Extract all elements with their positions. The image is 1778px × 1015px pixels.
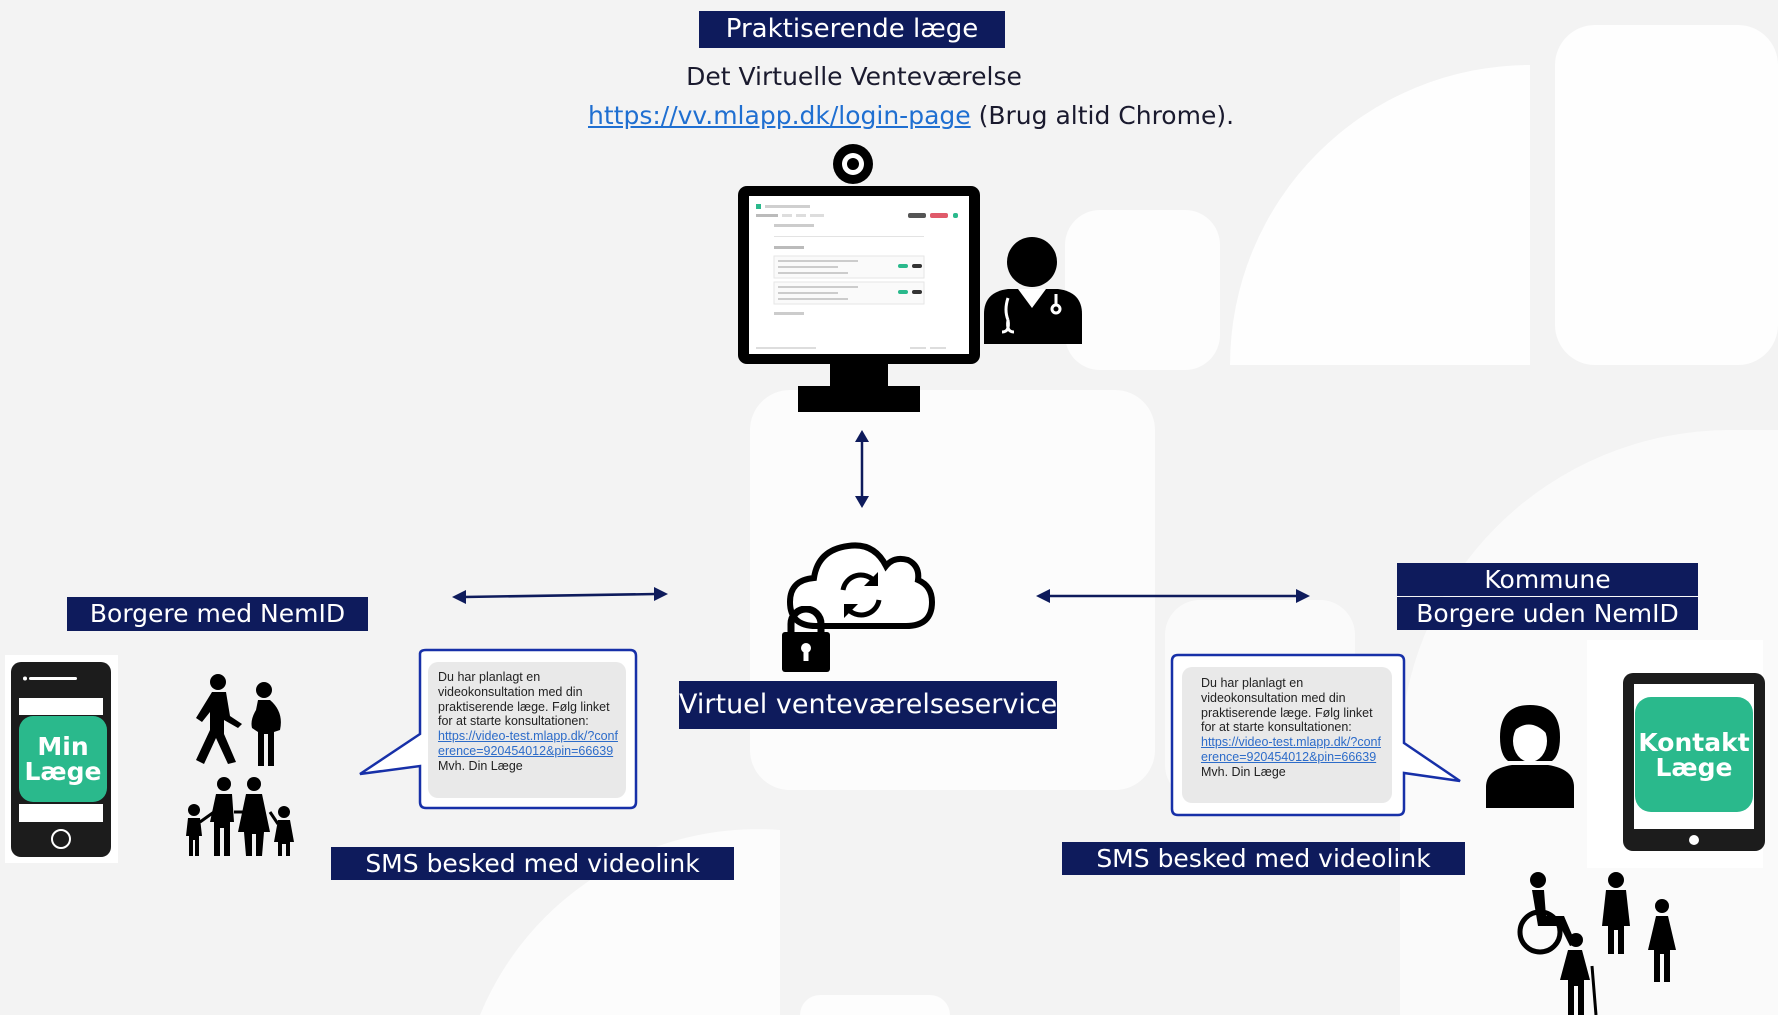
right-arrow xyxy=(1036,589,1310,603)
gp-label: Praktiserende læge xyxy=(699,11,1005,48)
kontakt-laege-line1: Kontakt xyxy=(1638,727,1750,757)
vertical-arrow xyxy=(855,430,869,508)
min-laege-app-tile[interactable]: Min Læge xyxy=(19,716,107,802)
right-group-label-line2: Borgere uden NemID xyxy=(1397,597,1698,630)
kontakt-laege-line2: Læge xyxy=(1655,752,1733,782)
left-arrow xyxy=(452,587,668,604)
left-sms-signoff: Mvh. Din Læge xyxy=(438,758,523,773)
chrome-note: (Brug altid Chrome). xyxy=(978,101,1235,130)
left-sms-link[interactable]: https://video-test.mlapp.dk/?conference=… xyxy=(438,729,618,759)
left-sms-text: Du har planlagt en videokonsultation med… xyxy=(438,670,610,729)
right-sms-label: SMS besked med videolink xyxy=(1062,842,1465,875)
left-sms-content: Du har planlagt en videokonsultation med… xyxy=(438,670,618,774)
right-sms-content: Du har planlagt en videokonsultation med… xyxy=(1201,676,1381,780)
login-link[interactable]: https://vv.mlapp.dk/login-page xyxy=(588,101,971,130)
woman-icon xyxy=(1486,705,1574,808)
background-decoration xyxy=(480,25,1778,1015)
kontakt-laege-app-tile[interactable]: Kontakt Læge xyxy=(1635,697,1753,812)
right-sms-signoff: Mvh. Din Læge xyxy=(1201,764,1286,779)
service-label: Virtuel venteværelseservice xyxy=(679,681,1057,729)
min-laege-line1: Min xyxy=(37,732,89,761)
elderly-group-icon xyxy=(1517,872,1676,1015)
family-icon xyxy=(186,674,294,856)
webcam-icon xyxy=(833,144,873,184)
waiting-room-title: Det Virtuelle Venteværelse xyxy=(686,62,1022,91)
right-group-label-line1: Kommune xyxy=(1397,563,1698,596)
left-group-label: Borgere med NemID xyxy=(67,597,368,631)
monitor-icon xyxy=(738,186,980,412)
login-line: https://vv.mlapp.dk/login-page (Brug alt… xyxy=(588,101,1234,130)
right-sms-link[interactable]: https://video-test.mlapp.dk/?conference=… xyxy=(1201,735,1381,765)
min-laege-line2: Læge xyxy=(24,757,102,786)
right-sms-text: Du har planlagt en videokonsultation med… xyxy=(1201,676,1373,735)
left-sms-label: SMS besked med videolink xyxy=(331,847,734,880)
padlock-icon xyxy=(782,606,830,672)
doctor-icon xyxy=(984,237,1082,344)
